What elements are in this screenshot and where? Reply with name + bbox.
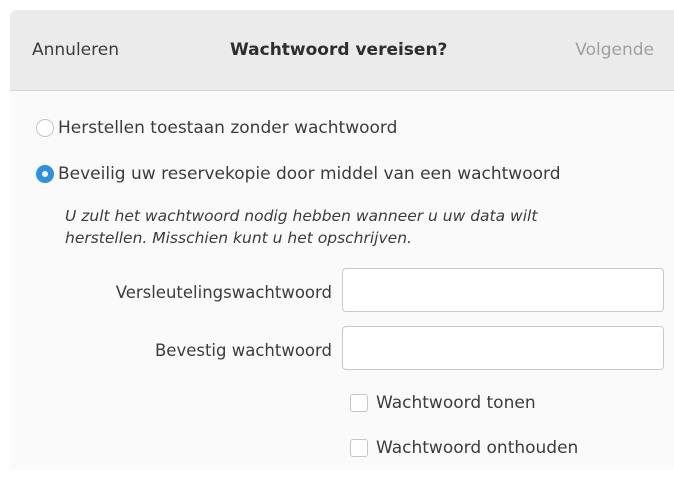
remember-password-label: Wachtwoord onthouden (376, 438, 579, 458)
password-hint: U zult het wachtwoord nodig hebben wanne… (65, 205, 665, 249)
dialog-window: Annuleren Wachtwoord vereisen? Volgende … (10, 10, 674, 470)
remember-password-checkbox[interactable] (350, 439, 368, 457)
confirm-password-input[interactable] (342, 326, 664, 370)
hint-line-2: herstellen. Misschien kunt u het opschri… (65, 229, 412, 247)
hint-line-1: U zult het wachtwoord nodig hebben wanne… (65, 207, 538, 225)
radio-unchecked-icon[interactable] (36, 119, 54, 137)
header-bar: Annuleren Wachtwoord vereisen? Volgende (10, 10, 674, 91)
encryption-password-label: Versleutelingswachtwoord (115, 283, 332, 302)
radio-option-no-password[interactable]: Herstellen toestaan zonder wachtwoord (36, 114, 397, 142)
show-password-option[interactable]: Wachtwoord tonen (350, 390, 536, 416)
show-password-label: Wachtwoord tonen (376, 393, 536, 413)
show-password-checkbox[interactable] (350, 394, 368, 412)
next-button[interactable]: Volgende (575, 10, 654, 90)
radio-label-no-password: Herstellen toestaan zonder wachtwoord (58, 118, 398, 138)
dialog-title: Wachtwoord vereisen? (230, 40, 448, 60)
radio-label-with-password: Beveilig uw reservekopie door middel van… (58, 164, 561, 184)
confirm-password-label: Bevestig wachtwoord (154, 341, 332, 360)
remember-password-option[interactable]: Wachtwoord onthouden (350, 435, 578, 461)
radio-option-with-password[interactable]: Beveilig uw reservekopie door middel van… (36, 160, 561, 188)
cancel-button[interactable]: Annuleren (32, 10, 119, 90)
encryption-password-input[interactable] (342, 268, 664, 312)
radio-checked-icon[interactable] (36, 165, 54, 183)
